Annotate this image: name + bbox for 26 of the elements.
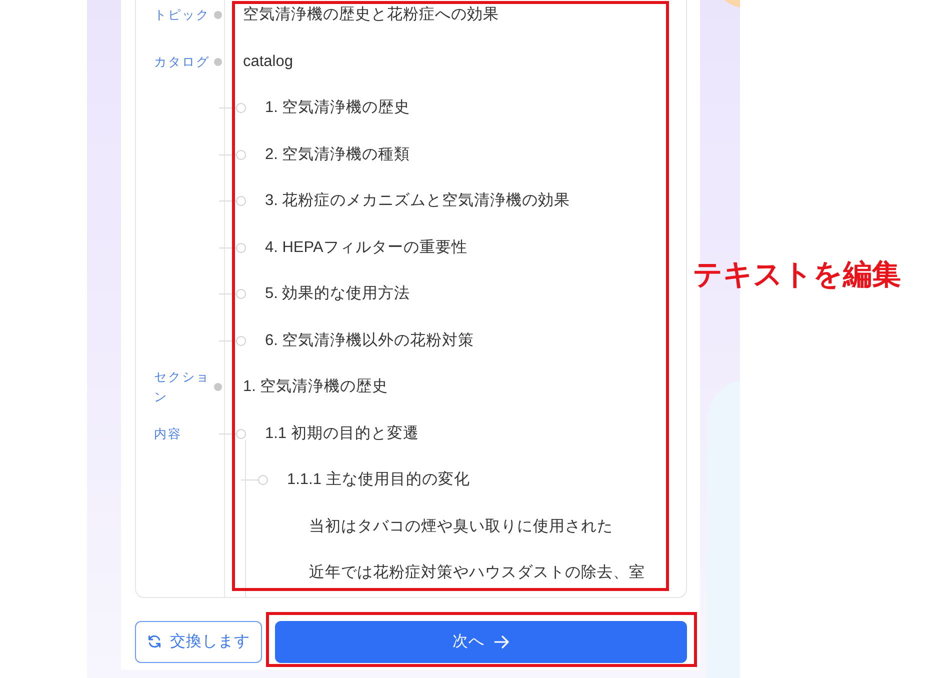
outline-text: 近年では花粉症対策やハウスダストの除去、室: [309, 562, 645, 584]
outline-text: catalog: [243, 52, 293, 72]
field-label: 内容: [154, 426, 183, 443]
outline-text: 1. 空気清浄機の歴史: [265, 98, 410, 118]
outline-text: 当初はタバコの煙や臭い取りに使用された: [309, 516, 613, 537]
outline-text: 6. 空気清浄機以外の花粉対策: [265, 330, 474, 351]
outline-text: 3. 花粉症のメカニズムと空気清浄機の効果: [265, 191, 570, 212]
node-dot-icon: [214, 383, 222, 392]
outline-text: 2. 空気清浄機の種類: [265, 144, 410, 165]
outline-text: 空気清浄機の歴史と花粉症への効果: [243, 5, 499, 26]
field-label: トピック: [154, 7, 210, 24]
arrow-right-icon: [494, 634, 510, 648]
tree-node-icon: [241, 474, 269, 486]
swap-button[interactable]: 交換します: [135, 620, 262, 662]
field-label: セクション: [154, 369, 210, 406]
outline-text: 1.1 初期の目的と変遷: [265, 424, 419, 444]
outline-text: 1. 空気清浄機の歴史: [243, 377, 388, 398]
annotation-text: テキストを編集: [693, 258, 901, 293]
next-button[interactable]: 次へ: [275, 620, 687, 662]
node-dot-icon: [214, 11, 222, 20]
field-label: カタログ: [154, 54, 210, 71]
refresh-icon: [147, 634, 162, 649]
node-dot-icon: [214, 58, 222, 66]
outline-text: 4. HEPAフィルターの重要性: [265, 238, 468, 258]
outline-text: 1.1.1 主な使用目的の変化: [287, 470, 470, 490]
outline-text: 5. 効果的な使用方法: [265, 284, 410, 304]
